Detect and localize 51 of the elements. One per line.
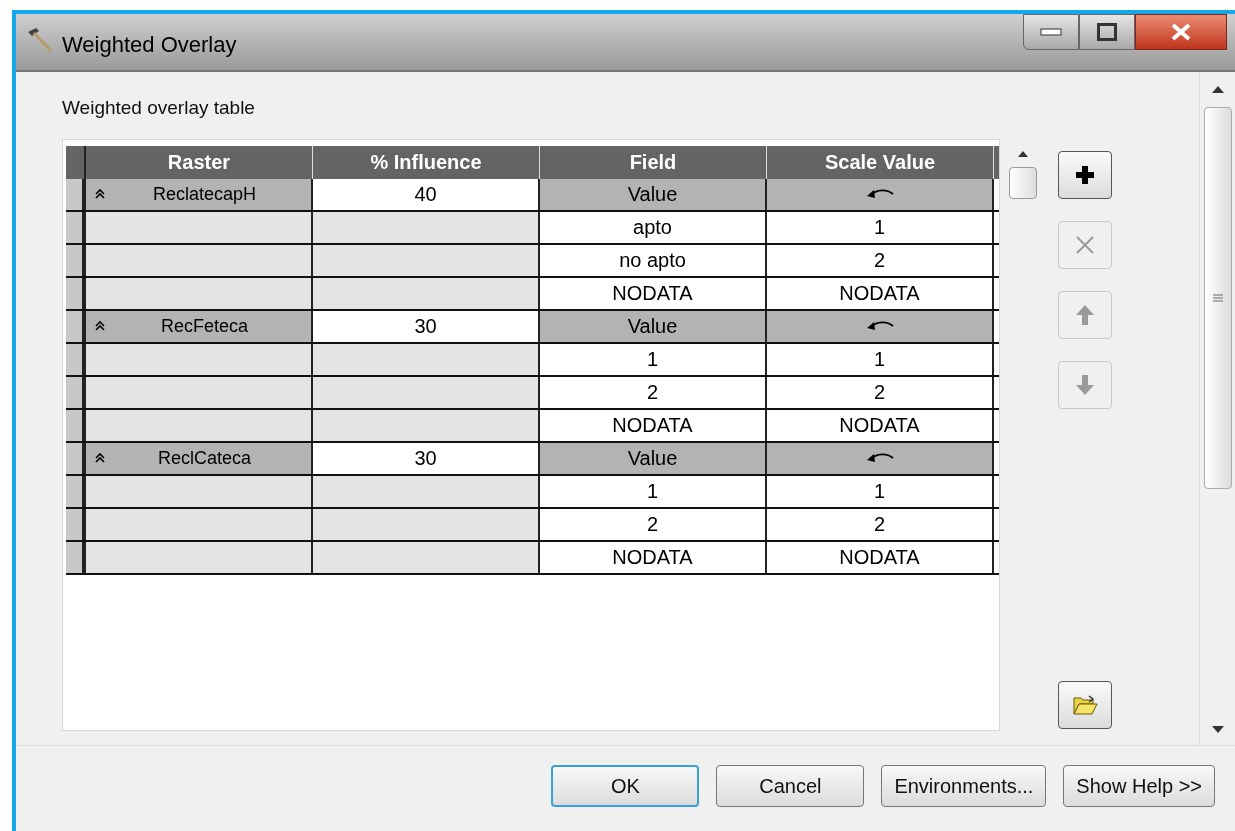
row-header[interactable] (66, 211, 86, 243)
row-header[interactable] (66, 244, 86, 276)
add-button[interactable] (1058, 150, 1112, 199)
field-cell: Value (540, 178, 767, 210)
field-cell: Value (540, 310, 767, 342)
grip-icon (1211, 292, 1224, 304)
open-button[interactable] (1058, 680, 1112, 729)
row-header[interactable] (66, 475, 86, 507)
row-header[interactable] (66, 343, 86, 375)
arrow-down-icon (1075, 373, 1095, 396)
row-header[interactable] (66, 508, 86, 540)
scroll-down-icon (1211, 726, 1224, 733)
row-header[interactable] (66, 376, 86, 408)
collapse-icon[interactable] (94, 452, 106, 464)
close-button[interactable] (1135, 14, 1227, 50)
window-title: Weighted Overlay (62, 31, 237, 59)
maximize-icon (1097, 23, 1117, 41)
column-header: Field (540, 145, 767, 179)
dialog-button[interactable]: Environments... (881, 765, 1047, 807)
scroll-thumb[interactable] (1009, 166, 1037, 199)
scroll-up-icon (1018, 150, 1028, 157)
collapse-icon[interactable] (94, 320, 106, 332)
dialog-button[interactable]: Cancel (716, 765, 865, 807)
row-header[interactable] (66, 541, 86, 573)
raster-name: ReclatecapH (151, 182, 258, 206)
table-label: Weighted overlay table (62, 96, 256, 120)
column-header: % Influence (313, 145, 540, 179)
maximize-button[interactable] (1079, 14, 1135, 50)
field-cell: Value (540, 442, 767, 474)
collapse-icon[interactable] (94, 188, 106, 200)
minimize-icon (1040, 28, 1062, 36)
minimize-button[interactable] (1023, 14, 1079, 50)
close-icon (1170, 23, 1192, 41)
dialog-button[interactable]: Show Help >> (1063, 765, 1215, 807)
scroll-thumb[interactable] (1203, 107, 1232, 489)
scrollbar[interactable] (1199, 72, 1235, 745)
raster-name: ReclCateca (156, 446, 252, 470)
plus-icon (1074, 163, 1096, 186)
row-header[interactable] (66, 409, 86, 441)
close-icon (1074, 233, 1096, 256)
row-header[interactable] (66, 178, 86, 210)
scroll-up-icon (1211, 86, 1224, 93)
row-header[interactable] (66, 442, 86, 474)
raster-name: RecFeteca (159, 314, 249, 338)
folder-icon (1072, 693, 1098, 716)
dialog-button[interactable]: OK (551, 765, 700, 807)
column-header: Scale Value (767, 145, 994, 179)
arrow-up-icon (1075, 303, 1095, 326)
column-header: Raster (86, 145, 313, 179)
row-header[interactable] (66, 277, 86, 309)
row-header[interactable] (66, 310, 86, 342)
